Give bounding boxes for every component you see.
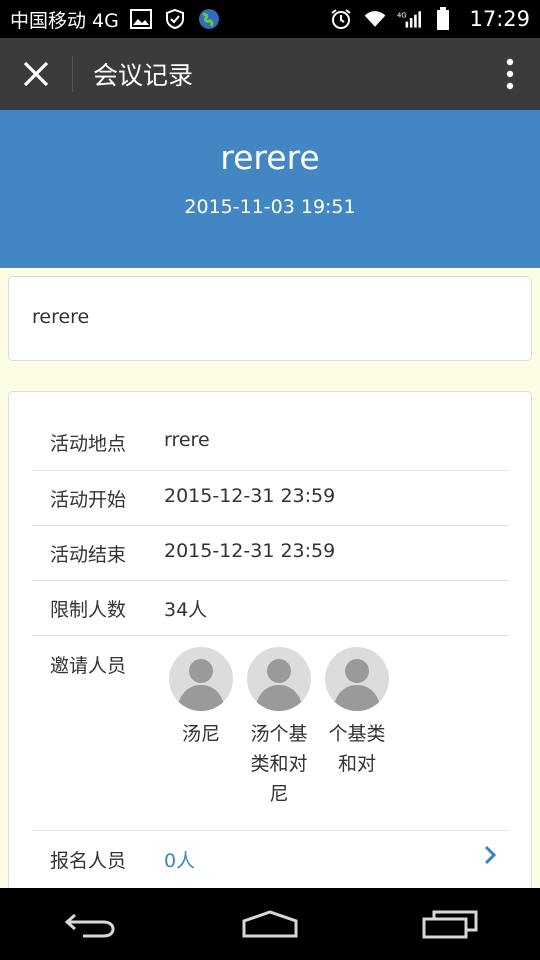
app-bar: 会议记录 — [0, 38, 540, 110]
start-row: 活动开始 2015-12-31 23:59 — [32, 470, 509, 526]
location-row: 活动地点 rrere — [32, 415, 509, 471]
signup-row[interactable]: 报名人员 0人 — [32, 830, 509, 885]
globe-icon — [197, 8, 221, 30]
location-value: rrere — [164, 429, 210, 451]
details-card: 活动地点 rrere 活动开始 2015-12-31 23:59 活动结束 20… — [8, 391, 532, 891]
description-card: rerere — [8, 276, 532, 361]
start-value: 2015-12-31 23:59 — [164, 485, 336, 507]
wifi-icon — [363, 8, 387, 30]
battery-icon — [431, 7, 455, 30]
image-icon — [129, 8, 153, 30]
location-label: 活动地点 — [50, 433, 127, 455]
start-label: 活动开始 — [50, 489, 127, 511]
invited-row: 邀请人员 汤尼 汤个基类和对尼 个基类和对 — [32, 635, 509, 831]
signal-4g-icon: 4G — [397, 8, 422, 30]
home-button[interactable] — [225, 894, 315, 954]
avatar — [247, 647, 311, 711]
back-button[interactable] — [45, 894, 135, 954]
svg-text:4G: 4G — [397, 11, 407, 19]
end-label: 活动结束 — [50, 544, 127, 566]
end-row: 活动结束 2015-12-31 23:59 — [32, 525, 509, 581]
status-bar: 中国移动 4G 4G 17:29 — [0, 0, 540, 38]
invitee-name: 汤个基类和对尼 — [250, 723, 308, 805]
invitee-name: 汤尼 — [181, 723, 220, 745]
shield-icon — [163, 8, 187, 30]
close-button[interactable] — [0, 38, 72, 110]
navigation-bar — [0, 888, 540, 960]
more-vert-icon — [506, 58, 514, 90]
recents-button[interactable] — [405, 894, 495, 954]
invited-label: 邀请人员 — [50, 655, 127, 677]
clock: 17:29 — [469, 7, 530, 31]
more-button[interactable] — [480, 38, 540, 110]
page-title: 会议记录 — [93, 61, 194, 90]
end-value: 2015-12-31 23:59 — [164, 540, 336, 562]
recents-icon — [422, 910, 478, 939]
invitee[interactable]: 个基类和对 — [317, 647, 397, 779]
invitee[interactable]: 汤个基类和对尼 — [239, 647, 319, 809]
close-icon — [23, 61, 49, 87]
meeting-datetime: 2015-11-03 19:51 — [184, 196, 356, 218]
divider — [72, 56, 73, 92]
avatar — [325, 647, 389, 711]
limit-row: 限制人数 34人 — [32, 580, 509, 636]
limit-value: 34人 — [164, 599, 208, 621]
home-icon — [242, 910, 298, 938]
chevron-right-icon — [483, 844, 497, 870]
signup-label: 报名人员 — [50, 850, 127, 872]
limit-label: 限制人数 — [50, 599, 127, 621]
meeting-description: rerere — [32, 306, 90, 328]
carrier-label: 中国移动 4G — [10, 9, 119, 32]
signup-count: 0人 — [164, 850, 196, 872]
back-icon — [64, 913, 115, 938]
alarm-icon — [329, 8, 353, 30]
meeting-header: rerere 2015-11-03 19:51 — [0, 110, 540, 268]
avatar — [169, 647, 233, 711]
meeting-title: rerere — [220, 138, 320, 177]
invitee-name: 个基类和对 — [328, 723, 386, 775]
invitee[interactable]: 汤尼 — [161, 647, 241, 749]
